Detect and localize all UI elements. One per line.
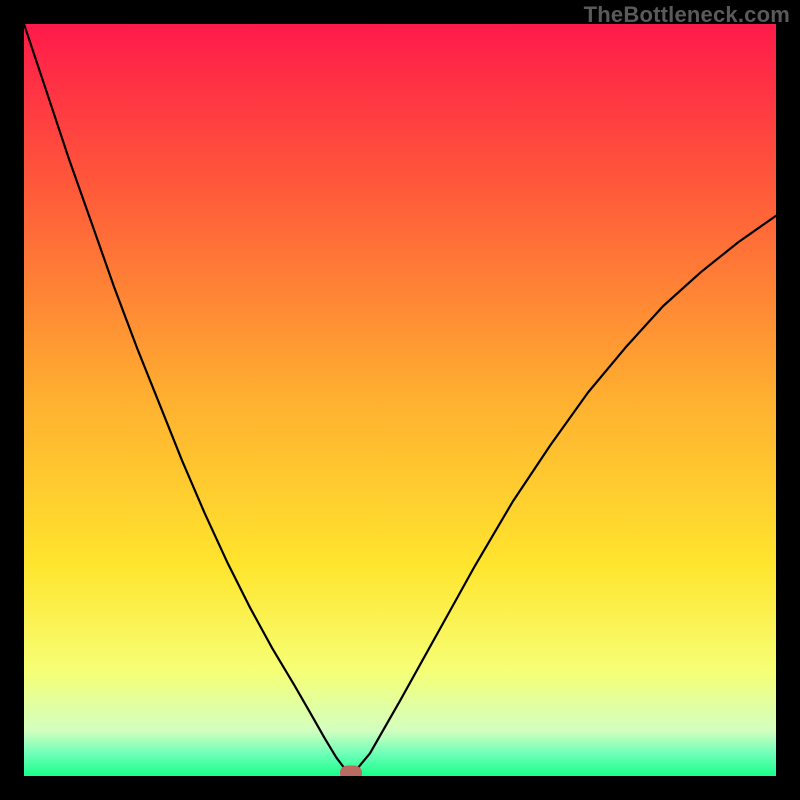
chart-frame: TheBottleneck.com xyxy=(0,0,800,800)
optimal-point-marker xyxy=(340,766,362,777)
plot-area xyxy=(24,24,776,776)
gradient-bg xyxy=(24,24,776,776)
plot-svg xyxy=(24,24,776,776)
